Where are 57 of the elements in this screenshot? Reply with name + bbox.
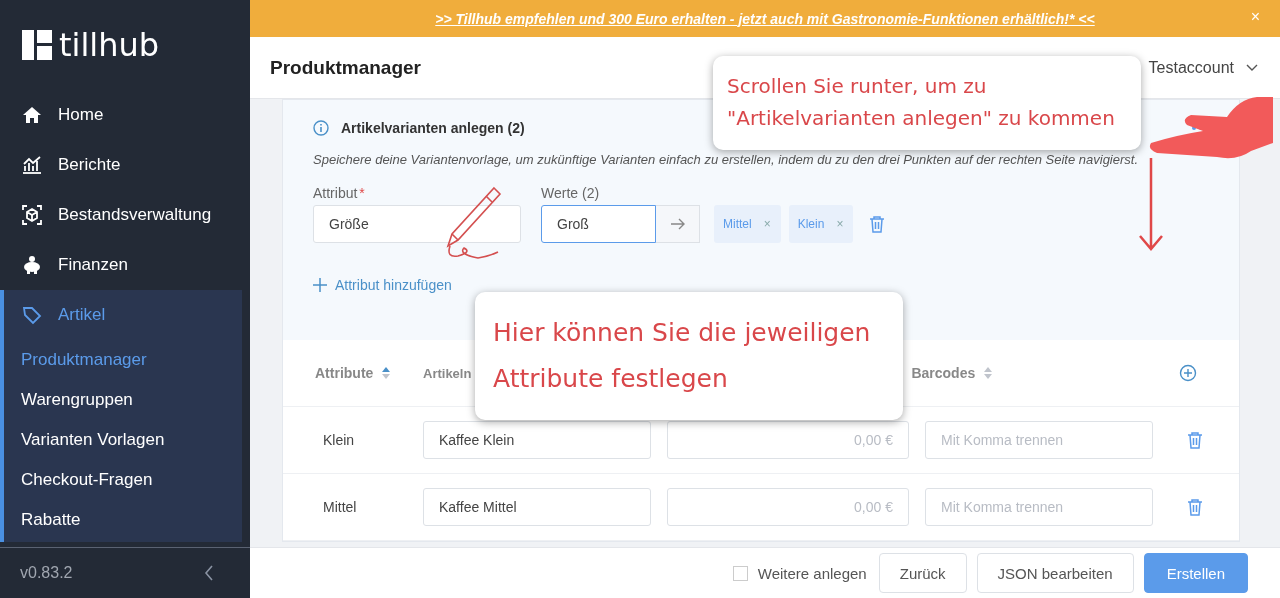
tutorial-tooltip: Hier können Sie die jeweiligen Attribute festlegen bbox=[475, 292, 903, 420]
nav-subitem[interactable]: Warengruppen bbox=[4, 380, 242, 420]
version-label: v0.83.2 bbox=[20, 564, 73, 582]
attribute-field[interactable]: Größe bbox=[313, 205, 521, 243]
name-field[interactable]: Kaffee Mittel bbox=[423, 488, 651, 526]
value-field[interactable]: Groß bbox=[541, 205, 656, 243]
home-icon bbox=[22, 105, 42, 125]
trash-icon[interactable] bbox=[1187, 498, 1203, 516]
footer-button[interactable]: JSON bearbeiten bbox=[976, 553, 1134, 593]
column-header[interactable]: Artikeln bbox=[423, 365, 472, 381]
price-field[interactable]: 0,00 € bbox=[667, 421, 909, 459]
nav-item[interactable]: Finanzen bbox=[0, 240, 250, 290]
price-field[interactable]: 0,00 € bbox=[667, 488, 909, 526]
logo-icon bbox=[22, 30, 52, 60]
nav-item[interactable]: Berichte bbox=[0, 140, 250, 190]
add-value-button[interactable] bbox=[656, 205, 700, 243]
column-header[interactable]: Barcodes bbox=[911, 365, 994, 381]
tutorial-tooltip: Scrollen Sie runter, um zu "Artikelvarianten anlegen" zu kommen bbox=[713, 56, 1141, 150]
nav-subitem[interactable]: Rabatte bbox=[4, 500, 242, 540]
tag-icon bbox=[22, 305, 42, 325]
checkbox-label: Weitere anlegen bbox=[757, 564, 867, 582]
account-menu[interactable]: Testaccount bbox=[1148, 58, 1258, 77]
description-text: Speichere deine Variantenvorlage, um zukünftige Varianten einfach zu erstellen, indem du zu den drei Punkten auf der rechten Seite navigierst. bbox=[313, 152, 1140, 167]
collapse-icon[interactable] bbox=[204, 565, 214, 581]
name-field[interactable]: Kaffee Klein bbox=[423, 421, 651, 459]
barcode-field[interactable]: Mit Komma trennen bbox=[925, 421, 1153, 459]
checkbox[interactable] bbox=[732, 565, 748, 581]
table-cell-text: Mittel bbox=[323, 499, 358, 515]
value-tag: Klein × bbox=[788, 205, 854, 243]
column-header[interactable]: Attribute bbox=[315, 365, 423, 381]
sort-icon bbox=[381, 366, 392, 380]
nav-item[interactable]: Home bbox=[0, 90, 250, 140]
chevron-down-icon bbox=[1246, 63, 1258, 72]
arrow-right-icon bbox=[669, 218, 686, 230]
barcode-field[interactable]: Mit Komma trennen bbox=[925, 488, 1153, 526]
nav-subitem[interactable]: Varianten Vorlagen bbox=[4, 420, 242, 460]
section-title: Artikelvarianten anlegen (2) bbox=[341, 120, 525, 136]
footer-button[interactable]: Zurück bbox=[878, 553, 967, 593]
logo-text: tillhub bbox=[59, 26, 160, 64]
plus-icon bbox=[313, 278, 327, 292]
field-label: Werte (2) bbox=[541, 185, 601, 201]
value-tag: Mittel × bbox=[714, 205, 781, 243]
table-cell-text: Klein bbox=[323, 432, 356, 448]
trash-icon[interactable] bbox=[869, 215, 886, 233]
nav-subitem[interactable]: Produktmanager bbox=[4, 340, 242, 380]
trash-icon[interactable] bbox=[1187, 431, 1203, 449]
nav-item[interactable]: Artikel bbox=[4, 290, 242, 340]
chart-icon bbox=[22, 155, 42, 175]
info-icon bbox=[313, 120, 329, 136]
nav-item[interactable]: Bestandsverwaltung bbox=[0, 190, 250, 240]
piggy-bank-icon bbox=[22, 255, 42, 275]
add-circle-icon[interactable] bbox=[1179, 364, 1197, 382]
field-label: Attribut* bbox=[313, 185, 366, 201]
page-title: Produktmanager bbox=[270, 56, 421, 79]
sort-icon bbox=[983, 366, 994, 380]
nav-subitem[interactable]: Checkout-Fragen bbox=[4, 460, 242, 500]
box-icon bbox=[22, 205, 42, 225]
